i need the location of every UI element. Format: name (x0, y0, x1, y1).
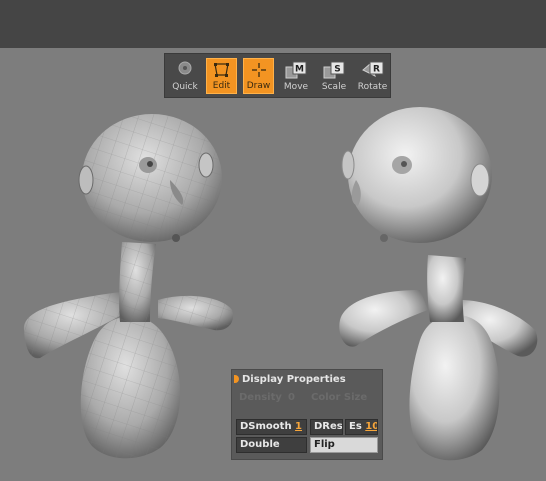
top-bar (0, 0, 546, 48)
svg-text:S: S (334, 65, 340, 75)
es-label: Es (349, 421, 362, 432)
scale-button[interactable]: S Scale (318, 58, 350, 94)
display-properties-header[interactable]: Display Properties (234, 372, 380, 388)
draw-button[interactable]: Draw (243, 58, 274, 94)
edit-icon (213, 63, 229, 77)
es-slider[interactable]: Es 10 (345, 419, 378, 435)
panel-title: Display Properties (242, 374, 346, 385)
svg-text:M: M (295, 65, 304, 75)
flip-button[interactable]: Flip (310, 437, 378, 453)
density-label: Density (239, 392, 282, 403)
density-value: 0 (288, 392, 295, 403)
quick-button[interactable]: Quick (170, 58, 200, 94)
collapse-indicator-icon (234, 375, 239, 383)
double-label: Double (240, 439, 280, 450)
rotate-button[interactable]: R Rotate (356, 58, 389, 94)
flip-label: Flip (314, 439, 335, 450)
svg-text:R: R (373, 65, 380, 75)
draw-label: Draw (246, 81, 271, 91)
es-value: 10 (365, 421, 378, 432)
double-button[interactable]: Double (236, 437, 307, 453)
edit-label: Edit (212, 81, 231, 91)
transform-toolbar: Quick Edit Draw M Move S Scale R Rotate (164, 53, 391, 98)
move-icon: M (285, 61, 307, 79)
edit-button[interactable]: Edit (206, 58, 237, 94)
dres-button[interactable]: DRes (310, 419, 343, 435)
dsmooth-label: DSmooth (240, 421, 292, 432)
color-size-label: Color Size (311, 392, 368, 403)
draw-icon (251, 63, 266, 77)
dsmooth-value: 1 (295, 421, 303, 432)
quick-label: Quick (172, 82, 198, 92)
quick-icon (178, 61, 192, 75)
scale-label: Scale (321, 82, 347, 92)
scale-icon: S (323, 61, 345, 79)
rotate-icon: R (361, 61, 383, 78)
low-poly-figure (23, 114, 234, 459)
move-button[interactable]: M Move (280, 58, 312, 94)
move-label: Move (283, 82, 309, 92)
dsmooth-slider[interactable]: DSmooth 1 (236, 419, 307, 435)
display-properties-panel: Display Properties Density 0 Color Size … (231, 369, 383, 460)
dres-label: DRes (314, 421, 343, 432)
rotate-label: Rotate (357, 82, 388, 92)
